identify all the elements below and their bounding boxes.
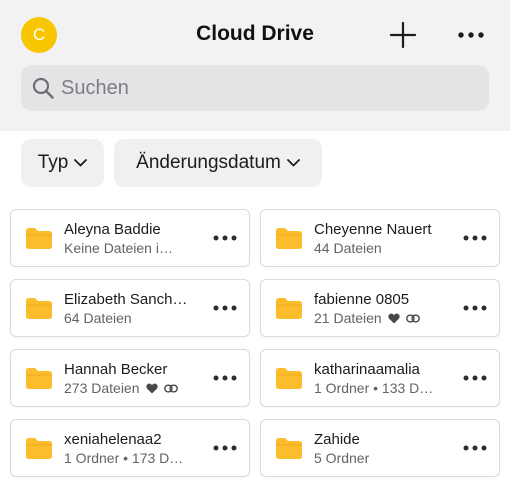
link-icon xyxy=(163,384,178,392)
chevron-down-icon xyxy=(74,159,88,167)
folder-name: Aleyna Baddie xyxy=(64,221,161,238)
heart-icon xyxy=(388,313,400,323)
link-icon xyxy=(405,314,420,322)
folder-details: Keine Dateien i… xyxy=(64,240,209,256)
folder-name: Elizabeth Sanch… xyxy=(64,291,188,308)
ellipsis-icon[interactable] xyxy=(213,443,237,453)
chevron-down-icon xyxy=(286,159,300,167)
filter-date-label: Änderungsdatum xyxy=(136,152,281,173)
ellipsis-icon[interactable] xyxy=(463,233,487,243)
ellipsis-icon[interactable] xyxy=(463,373,487,383)
ellipsis-icon[interactable] xyxy=(213,373,237,383)
folder-details-text: 64 Dateien xyxy=(64,310,132,326)
ellipsis-icon[interactable] xyxy=(457,27,485,43)
folder-name: Cheyenne Nauert xyxy=(314,221,432,238)
folder-icon xyxy=(276,438,302,459)
heart-icon xyxy=(145,383,158,393)
folder-details: 44 Dateien xyxy=(314,240,459,256)
search-icon xyxy=(32,77,54,99)
folder-details-text: 273 Dateien xyxy=(64,380,140,396)
folder-icon xyxy=(26,438,52,459)
folder-card[interactable]: Aleyna Baddie Keine Dateien i… xyxy=(10,209,250,267)
folder-icon xyxy=(276,298,302,319)
folder-details-text: Keine Dateien i… xyxy=(64,240,173,256)
ellipsis-icon[interactable] xyxy=(213,233,237,243)
page-title: Cloud Drive xyxy=(196,22,314,45)
plus-icon[interactable] xyxy=(389,21,417,49)
ellipsis-icon[interactable] xyxy=(463,443,487,453)
folder-card[interactable]: Hannah Becker 273 Dateien xyxy=(10,349,250,407)
folder-icon xyxy=(276,368,302,389)
search-bar[interactable] xyxy=(21,65,489,111)
folder-card[interactable]: fabienne 0805 21 Dateien xyxy=(260,279,500,337)
ellipsis-icon[interactable] xyxy=(463,303,487,313)
ellipsis-icon[interactable] xyxy=(213,303,237,313)
folder-card[interactable]: Elizabeth Sanch… 64 Dateien xyxy=(10,279,250,337)
folder-details: 1 Ordner • 173 D… xyxy=(64,450,209,466)
folder-card[interactable]: xeniahelenaa2 1 Ordner • 173 D… xyxy=(10,419,250,477)
folder-name: fabienne 0805 xyxy=(314,291,410,308)
folder-name: xeniahelenaa2 xyxy=(64,431,162,448)
folder-details-text: 1 Ordner • 173 D… xyxy=(64,450,184,466)
folder-icon xyxy=(26,368,52,389)
folder-name: Hannah Becker xyxy=(64,361,168,378)
folder-card[interactable]: katharinaamalia 1 Ordner • 133 D… xyxy=(260,349,500,407)
folder-details-text: 21 Dateien xyxy=(314,310,382,326)
filter-type-label: Typ xyxy=(37,152,69,173)
folder-details-text: 5 Ordner xyxy=(314,450,370,466)
folder-details: 273 Dateien xyxy=(64,380,209,396)
folder-details: 1 Ordner • 133 D… xyxy=(314,380,459,396)
folder-card[interactable]: Zahide 5 Ordner xyxy=(260,419,500,477)
folder-details: 5 Ordner xyxy=(314,450,459,466)
folder-name: katharinaamalia xyxy=(314,361,420,378)
search-input[interactable] xyxy=(61,65,471,111)
filter-date-button[interactable]: Änderungsdatum xyxy=(114,139,322,187)
folder-icon xyxy=(26,228,52,249)
folder-icon xyxy=(276,228,302,249)
filter-type-button[interactable]: Typ xyxy=(21,139,104,187)
folder-icon xyxy=(26,298,52,319)
folder-details-text: 1 Ordner • 133 D… xyxy=(314,380,434,396)
folder-details: 64 Dateien xyxy=(64,310,209,326)
folder-card[interactable]: Cheyenne Nauert 44 Dateien xyxy=(260,209,500,267)
folder-name: Zahide xyxy=(314,431,360,448)
folder-details: 21 Dateien xyxy=(314,310,459,326)
folder-details-text: 44 Dateien xyxy=(314,240,382,256)
